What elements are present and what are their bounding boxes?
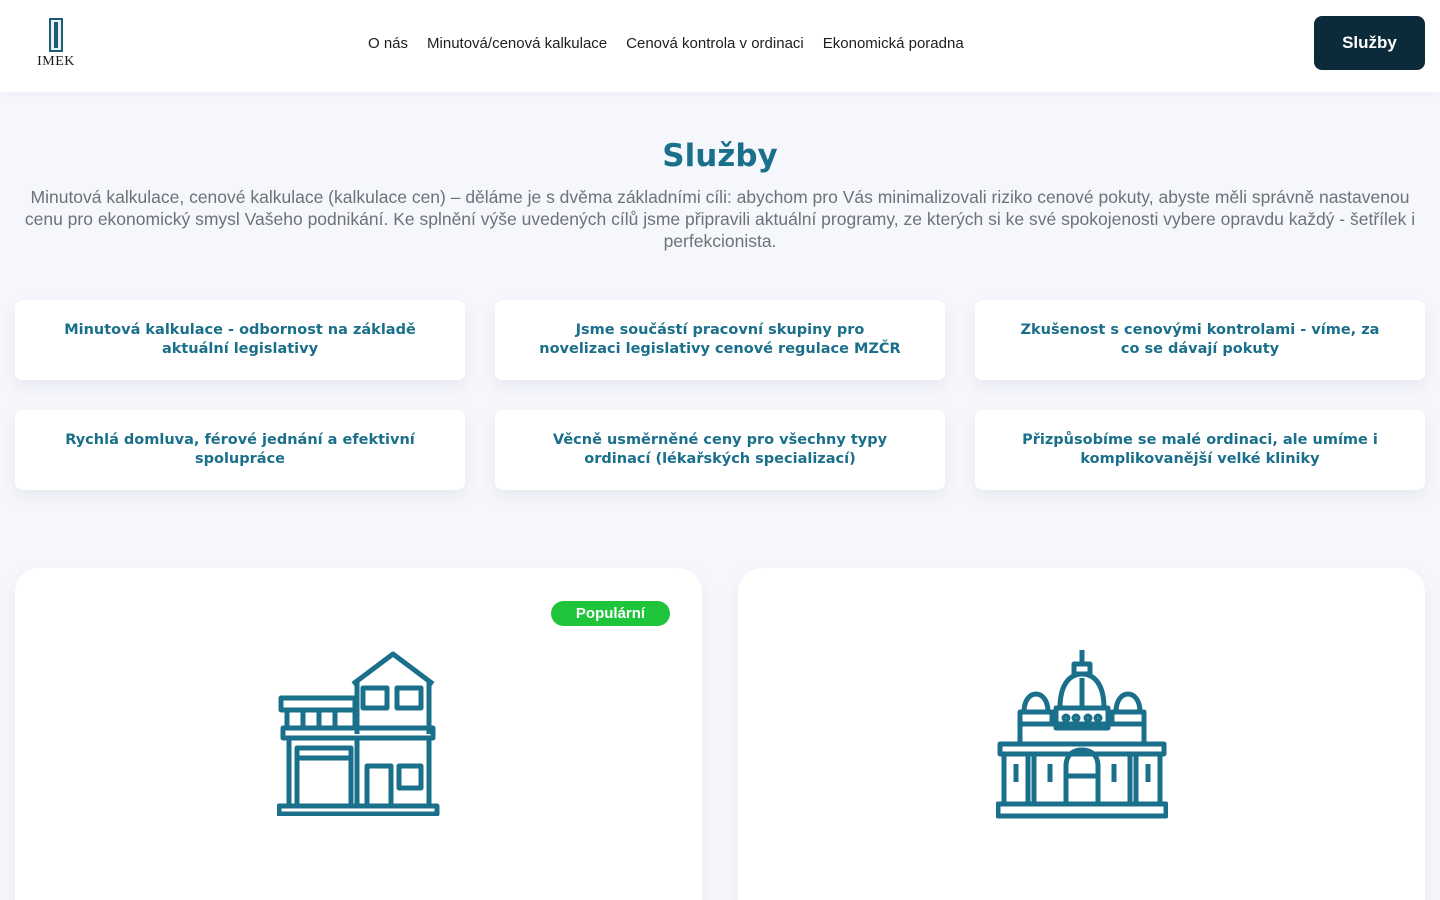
intro-paragraph: Minutová kalkulace, cenové kalkulace (ka… — [24, 187, 1416, 251]
logo-text: IMEK — [37, 54, 75, 69]
service-card-large[interactable] — [738, 568, 1425, 900]
feature-card: Přizpůsobíme se malé ordinaci, ale umíme… — [975, 410, 1425, 490]
feature-card: Věcně usměrněné ceny pro všechny typy or… — [495, 410, 945, 490]
feature-card: Rychlá domluva, férové jednání a efektiv… — [15, 410, 465, 490]
nav-link-ekonomicka-poradna[interactable]: Ekonomická poradna — [823, 35, 964, 52]
page-title: Služby — [662, 138, 778, 174]
feature-card: Minutová kalkulace - odbornost na základ… — [15, 300, 465, 380]
nav-link-kalkulace[interactable]: Minutová/cenová kalkulace — [427, 35, 607, 52]
logo-icon — [49, 18, 63, 52]
services-button[interactable]: Služby — [1314, 16, 1425, 70]
main-nav: O nás Minutová/cenová kalkulace Cenová k… — [368, 35, 964, 52]
feature-card: Zkušenost s cenovými kontrolami - víme, … — [975, 300, 1425, 380]
nav-link-cenova-kontrola[interactable]: Cenová kontrola v ordinaci — [626, 35, 804, 52]
popular-badge: Populární — [551, 601, 670, 626]
feature-card: Jsme součástí pracovní skupiny pro novel… — [495, 300, 945, 380]
palace-icon — [996, 650, 1168, 819]
nav-link-o-nas[interactable]: O nás — [368, 35, 408, 52]
service-card-small[interactable]: Populární — [15, 568, 702, 900]
imek-logo[interactable]: IMEK — [32, 18, 80, 72]
house-icon — [277, 651, 440, 816]
site-header: IMEK O nás Minutová/cenová kalkulace Cen… — [0, 0, 1440, 92]
